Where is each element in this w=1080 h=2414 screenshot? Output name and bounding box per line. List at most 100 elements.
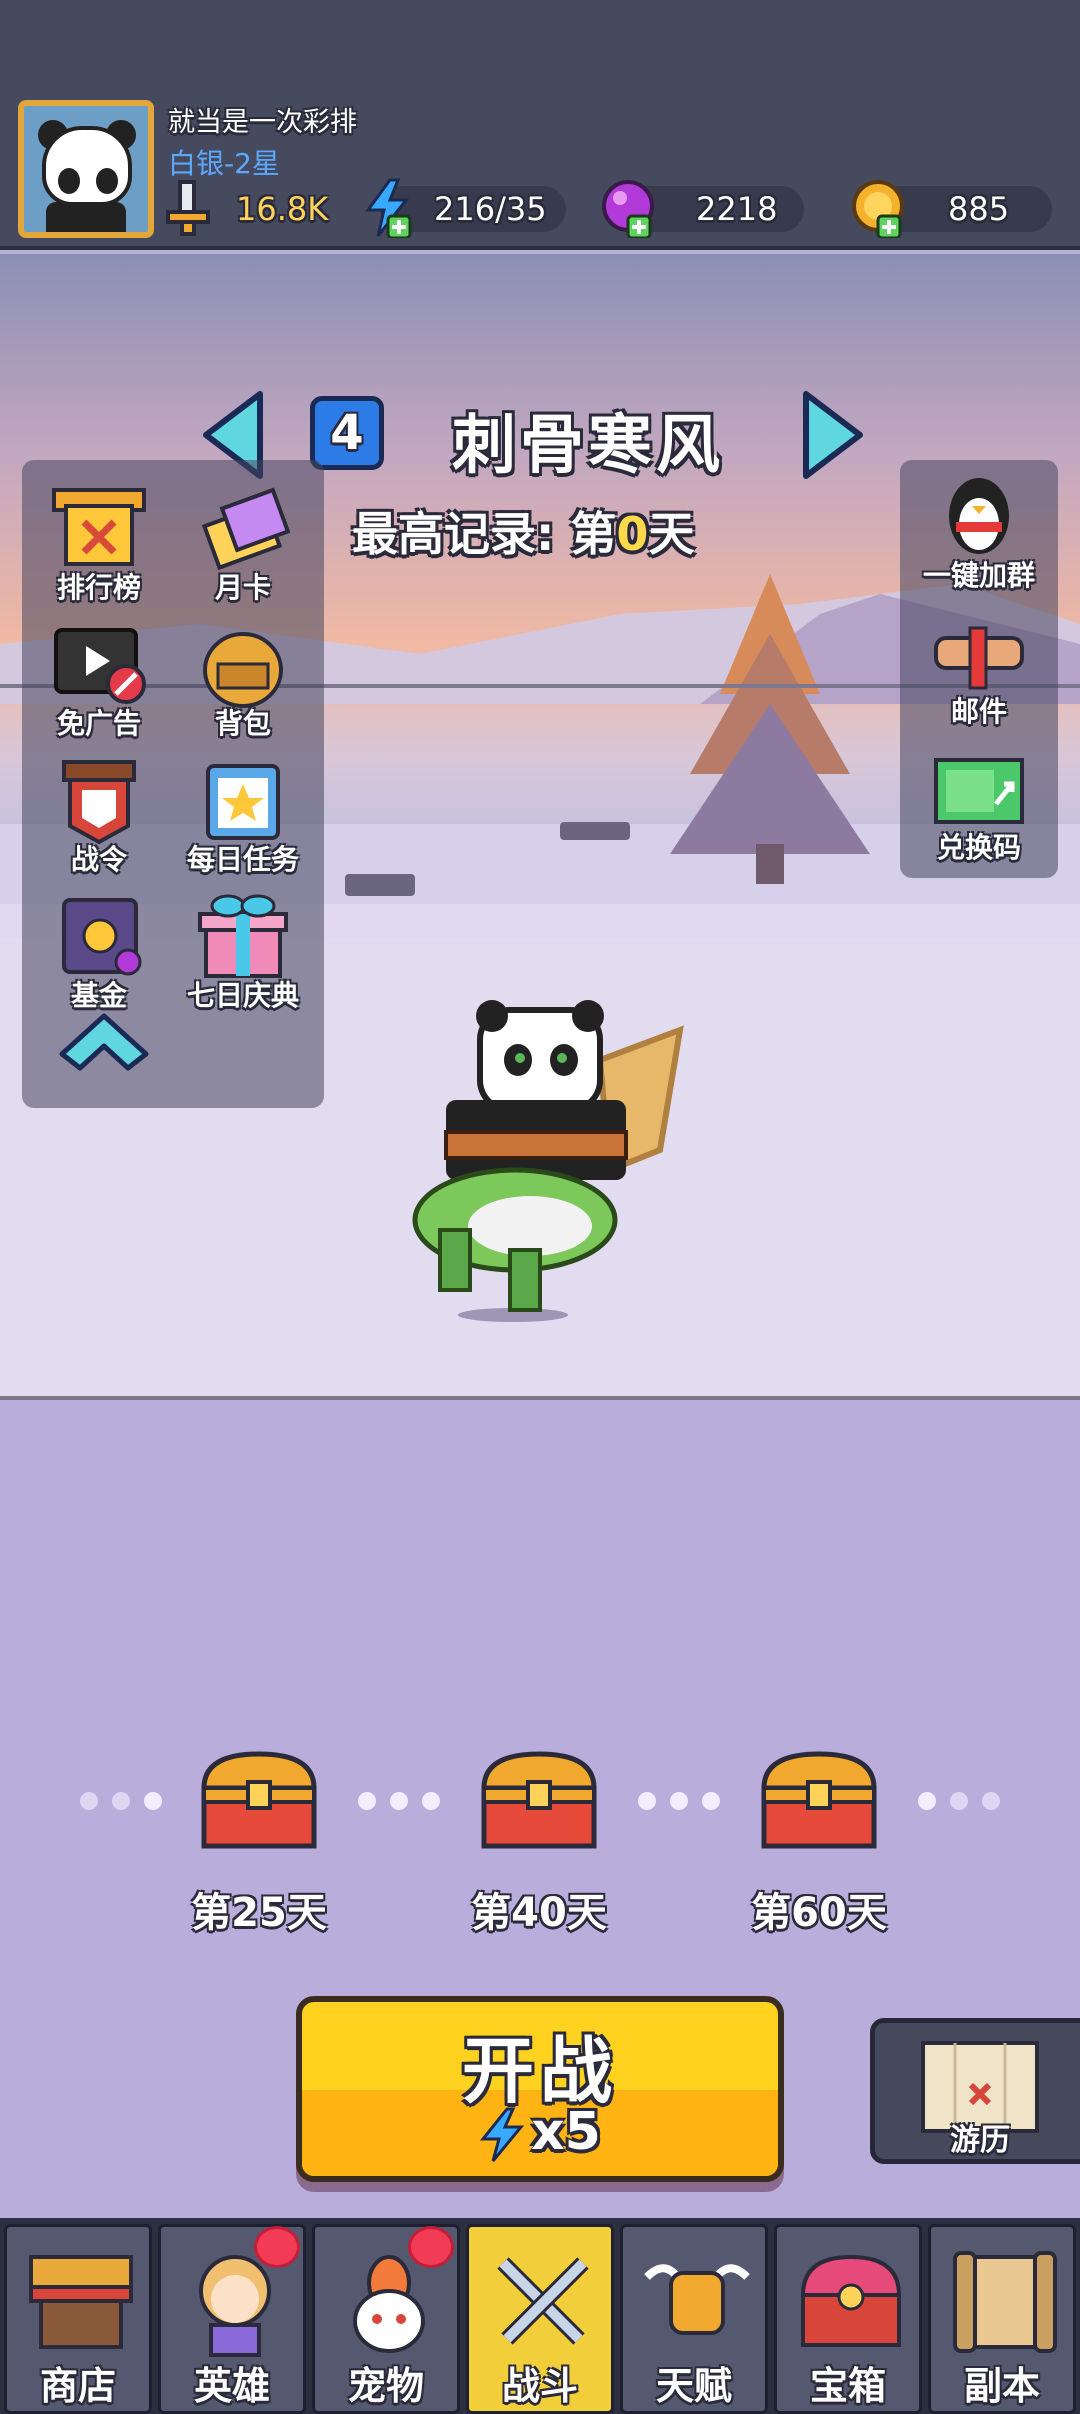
power-icon bbox=[166, 180, 210, 236]
journey-label: 游历 bbox=[950, 2123, 1010, 2158]
monthly-card-button[interactable]: 月卡 bbox=[168, 478, 318, 608]
start-battle-cost: x5 bbox=[302, 2102, 778, 2163]
join-group-button[interactable]: 一键加群 bbox=[904, 466, 1054, 596]
panda-body bbox=[46, 202, 126, 232]
tab-chest[interactable]: 宝箱 bbox=[774, 2224, 922, 2414]
reward-chest-icon[interactable] bbox=[196, 1748, 322, 1852]
tab-battle-label: 战斗 bbox=[501, 2364, 578, 2408]
fund-button[interactable]: 基金 bbox=[24, 886, 174, 1016]
best-record-prefix: 最高记录: 第 bbox=[352, 507, 617, 561]
progress-dot bbox=[950, 1792, 968, 1810]
reward-day-label: 第40天 bbox=[471, 1890, 607, 1936]
progress-dot bbox=[918, 1792, 936, 1810]
stage-number-badge: 4 bbox=[310, 396, 384, 470]
player-avatar[interactable] bbox=[18, 100, 154, 238]
coin-plus-icon[interactable] bbox=[850, 178, 906, 238]
tab-chest-label: 宝箱 bbox=[809, 2364, 886, 2408]
energy-plus-icon[interactable] bbox=[360, 178, 416, 238]
progress-dot bbox=[982, 1792, 1000, 1810]
power-value: 16.8K bbox=[236, 190, 329, 228]
shop-icon bbox=[29, 2255, 133, 2349]
progress-dot bbox=[390, 1792, 408, 1810]
daily-tasks-label: 每日任务 bbox=[186, 843, 299, 876]
mail-label: 邮件 bbox=[950, 695, 1007, 728]
next-stage-arrow-icon[interactable] bbox=[792, 390, 866, 480]
progress-dot bbox=[702, 1792, 720, 1810]
seven-day-label: 七日庆典 bbox=[186, 979, 299, 1012]
pine-tree-icon bbox=[670, 574, 870, 884]
progress-dot bbox=[670, 1792, 688, 1810]
tab-dungeon[interactable]: 副本 bbox=[928, 2224, 1076, 2414]
status-bar bbox=[0, 0, 1080, 90]
treasure-chest-icon bbox=[800, 2254, 902, 2347]
dungeon-map-icon bbox=[953, 2251, 1057, 2353]
tab-talent[interactable]: 天赋 bbox=[620, 2224, 768, 2414]
monthly-card-icon bbox=[201, 487, 291, 571]
tab-shop-label: 商店 bbox=[39, 2364, 116, 2408]
panda-face-icon bbox=[42, 126, 132, 206]
progress-dot bbox=[358, 1792, 376, 1810]
backpack-label: 背包 bbox=[214, 707, 271, 740]
seven-day-button[interactable]: 七日庆典 bbox=[168, 886, 318, 1016]
reward-day-label: 第25天 bbox=[191, 1890, 327, 1936]
progress-dot bbox=[422, 1792, 440, 1810]
reward-day-label: 第60天 bbox=[751, 1890, 887, 1936]
ad-free-icon bbox=[54, 628, 146, 704]
mail-scroll-icon bbox=[934, 626, 1024, 690]
talent-fist-icon bbox=[644, 2264, 750, 2335]
ad-free-button[interactable]: 免广告 bbox=[24, 614, 174, 744]
reward-chest-icon[interactable] bbox=[756, 1748, 882, 1852]
tab-heroes-label: 英雄 bbox=[193, 2364, 270, 2408]
redeem-code-label: 兑换码 bbox=[936, 831, 1021, 864]
best-record: 最高记录: 第0天 bbox=[352, 498, 694, 564]
progress-dot bbox=[638, 1792, 656, 1810]
collapse-up-arrow-icon[interactable] bbox=[56, 1010, 152, 1074]
heroes-notification-dot bbox=[254, 2226, 300, 2268]
backpack-icon bbox=[203, 632, 283, 708]
best-record-suffix: 天 bbox=[648, 507, 695, 561]
battle-pass-icon bbox=[62, 760, 136, 845]
daily-tasks-icon bbox=[206, 764, 280, 840]
start-battle-cost-value: x5 bbox=[531, 2102, 601, 2162]
mail-button[interactable]: 邮件 bbox=[904, 602, 1054, 732]
journey-button[interactable]: 游历 bbox=[870, 2018, 1080, 2164]
coin-value: 885 bbox=[948, 190, 1010, 228]
penguin-icon bbox=[949, 478, 1009, 554]
stage-name: 刺骨寒风 bbox=[452, 409, 724, 483]
pets-notification-dot bbox=[408, 2226, 454, 2268]
tab-shop[interactable]: 商店 bbox=[4, 2224, 152, 2414]
energy-value: 216/35 bbox=[434, 190, 547, 228]
player-name: 就当是一次彩排 bbox=[168, 107, 357, 138]
best-record-day: 0 bbox=[616, 507, 649, 561]
rock bbox=[345, 874, 415, 896]
leaderboard-button[interactable]: 排行榜 bbox=[24, 478, 174, 608]
panda-hero-icon bbox=[412, 1000, 684, 1312]
ad-free-label: 免广告 bbox=[56, 707, 141, 740]
battle-pass-button[interactable]: 战令 bbox=[24, 750, 174, 880]
progress-dot bbox=[144, 1792, 162, 1810]
start-battle-button[interactable]: 开战 x5 bbox=[296, 1996, 784, 2182]
tab-talent-label: 天赋 bbox=[655, 2364, 732, 2408]
join-group-label: 一键加群 bbox=[922, 559, 1035, 592]
redeem-code-button[interactable]: 兑换码 bbox=[904, 738, 1054, 868]
leaderboard-icon bbox=[52, 488, 146, 566]
crossed-swords-icon bbox=[497, 2257, 589, 2345]
monthly-card-label: 月卡 bbox=[214, 571, 271, 604]
tab-battle[interactable]: 战斗 bbox=[466, 2224, 614, 2414]
fund-safe-icon bbox=[62, 898, 142, 976]
battle-pass-label: 战令 bbox=[70, 843, 127, 876]
progress-dot bbox=[112, 1792, 130, 1810]
energy-bolt-icon bbox=[480, 2107, 525, 2162]
daily-tasks-button[interactable]: 每日任务 bbox=[168, 750, 318, 880]
rock bbox=[560, 822, 630, 840]
tab-pets-label: 宠物 bbox=[347, 2364, 424, 2408]
reward-chest-icon[interactable] bbox=[476, 1748, 602, 1852]
backpack-button[interactable]: 背包 bbox=[168, 614, 318, 744]
gift-box-icon bbox=[198, 894, 288, 978]
gem-value: 2218 bbox=[696, 190, 778, 228]
tab-dungeon-label: 副本 bbox=[963, 2364, 1040, 2408]
redeem-ticket-icon bbox=[934, 758, 1024, 824]
leaderboard-label: 排行榜 bbox=[56, 571, 141, 604]
fund-label: 基金 bbox=[70, 979, 127, 1012]
gem-plus-icon[interactable] bbox=[600, 178, 656, 238]
